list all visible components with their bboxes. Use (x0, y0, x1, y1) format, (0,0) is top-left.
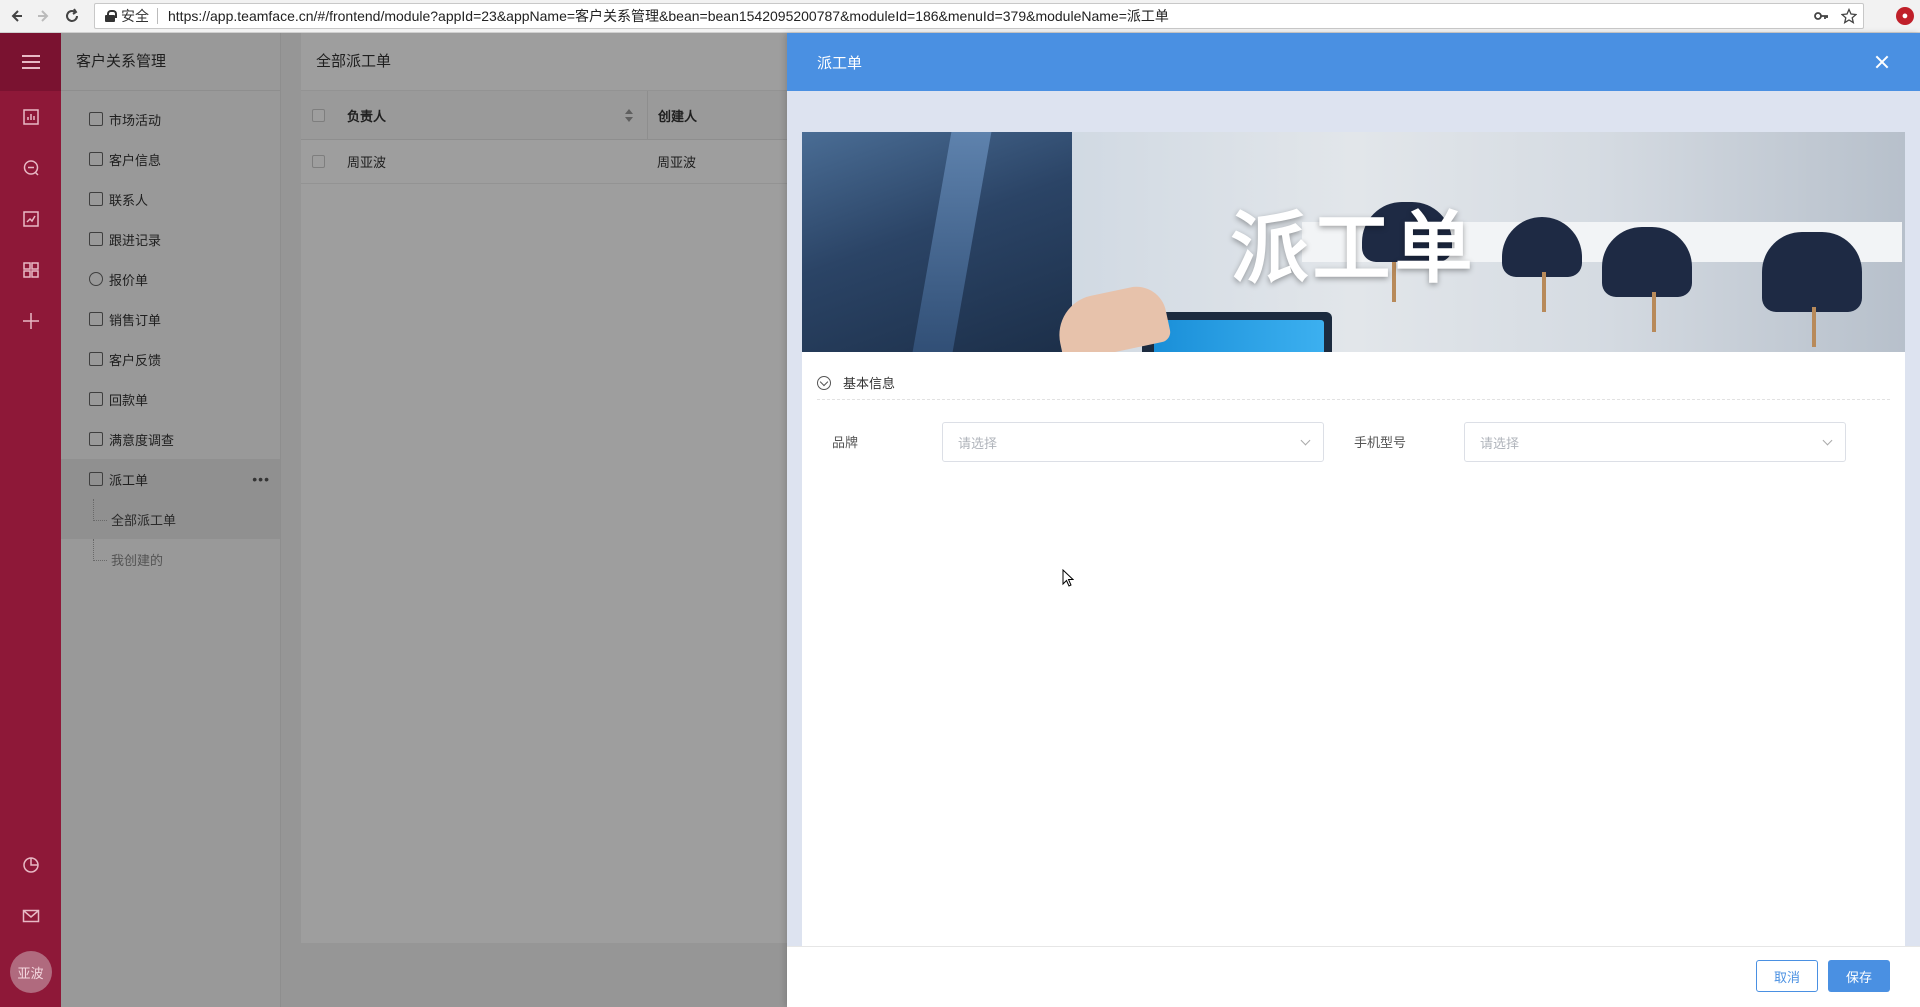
app-rail: 亚波 (0, 33, 61, 1007)
forward-icon[interactable] (32, 4, 56, 28)
avatar[interactable]: 亚波 (9, 951, 52, 993)
form-banner: 派工单 (802, 132, 1905, 352)
cursor-icon (1062, 568, 1075, 587)
dashboard-icon[interactable] (0, 91, 61, 142)
close-icon[interactable] (1872, 52, 1892, 72)
chat-icon[interactable] (0, 142, 61, 193)
dispatch-form-drawer: 派工单 派工单 基本信息 品牌 请选择 手机型号 请选择 取消 保存 (787, 33, 1920, 1007)
drawer-title: 派工单 (817, 54, 863, 72)
url-separator (157, 8, 158, 24)
menu-icon[interactable] (0, 33, 61, 91)
browser-toolbar: 安全 https://app.teamface.cn/#/frontend/mo… (0, 0, 1920, 33)
report-icon[interactable] (0, 193, 61, 244)
key-icon[interactable] (1813, 8, 1829, 27)
address-bar-actions (1813, 7, 1858, 27)
brand-label: 品牌 (832, 435, 859, 450)
drawer-body: 派工单 基本信息 品牌 请选择 手机型号 请选择 (787, 91, 1920, 946)
form-card: 派工单 基本信息 品牌 请选择 手机型号 请选择 (802, 132, 1905, 946)
drawer-footer: 取消 保存 (787, 946, 1920, 1007)
reload-icon[interactable] (60, 4, 84, 28)
section-basic-info[interactable]: 基本信息 (817, 366, 1890, 400)
rail-bottom: 亚波 (0, 839, 61, 1007)
mail-icon[interactable] (0, 890, 61, 941)
cancel-button[interactable]: 取消 (1756, 960, 1818, 992)
star-icon[interactable] (1840, 7, 1858, 27)
phone-model-label: 手机型号 (1354, 435, 1407, 450)
url-text: https://app.teamface.cn/#/frontend/modul… (168, 8, 1169, 24)
form-row: 品牌 请选择 手机型号 请选择 (802, 422, 1905, 462)
apps-icon[interactable] (0, 244, 61, 295)
brand-select[interactable]: 请选择 (942, 422, 1324, 462)
drawer-header: 派工单 (787, 33, 1920, 91)
secure-label: 安全 (121, 8, 149, 24)
chevron-down-icon (1300, 435, 1311, 446)
phone-model-select[interactable]: 请选择 (1464, 422, 1846, 462)
lock-icon (105, 10, 117, 22)
chevron-down-icon (1822, 435, 1833, 446)
extension-icon[interactable]: ● (1896, 7, 1914, 25)
save-button[interactable]: 保存 (1828, 960, 1890, 992)
address-bar[interactable]: 安全 https://app.teamface.cn/#/frontend/mo… (94, 3, 1864, 29)
pie-chart-icon[interactable] (0, 839, 61, 890)
phone-model-placeholder: 请选择 (1480, 435, 1520, 451)
banner-title: 派工单 (1230, 204, 1477, 294)
modal-overlay[interactable] (61, 33, 787, 1007)
brand-placeholder: 请选择 (958, 435, 998, 451)
chevron-down-icon[interactable] (817, 375, 831, 390)
section-title: 基本信息 (843, 376, 896, 391)
add-icon[interactable] (0, 295, 61, 346)
back-icon[interactable] (4, 4, 28, 28)
